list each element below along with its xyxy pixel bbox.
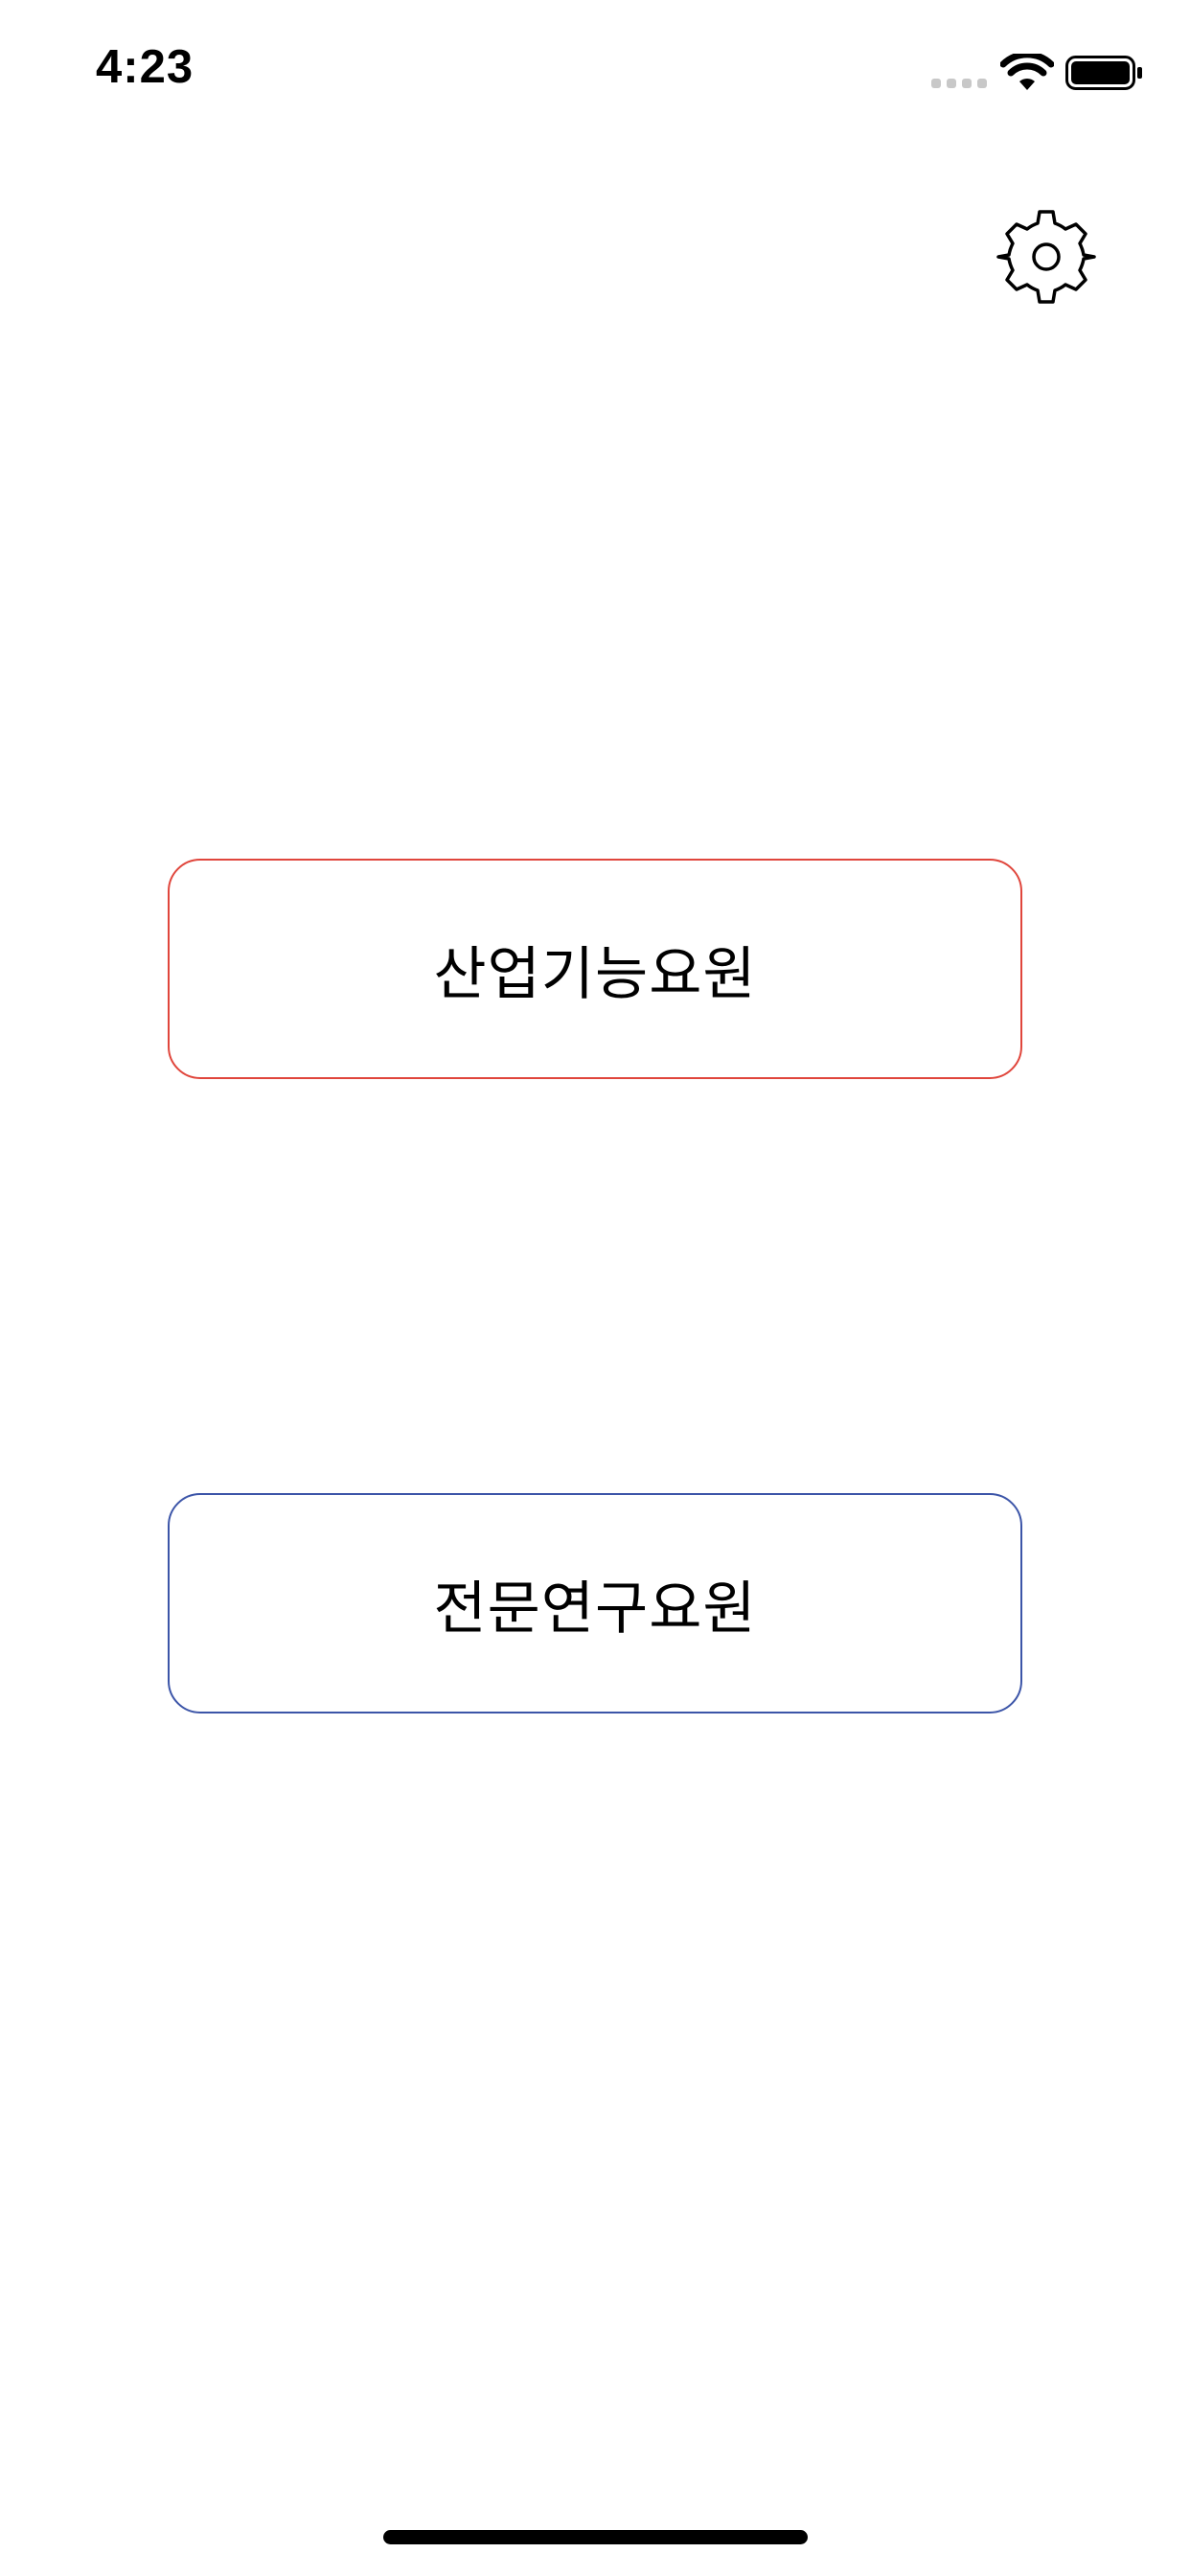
gear-icon[interactable] [996, 207, 1096, 307]
status-time: 4:23 [96, 41, 195, 93]
industrial-technical-personnel-button[interactable]: 산업기능요원 [168, 859, 1022, 1079]
wifi-icon [1000, 54, 1054, 90]
industrial-button-label: 산업기능요원 [433, 940, 757, 1008]
professional-research-personnel-button[interactable]: 전문연구요원 [168, 1493, 1022, 1714]
battery-icon [1065, 56, 1142, 90]
home-indicator[interactable] [383, 2530, 808, 2544]
research-button-label: 전문연구요원 [433, 1575, 757, 1643]
status-bar: 4:23 [0, 0, 1190, 134]
cellular-signal-icon [931, 79, 987, 88]
